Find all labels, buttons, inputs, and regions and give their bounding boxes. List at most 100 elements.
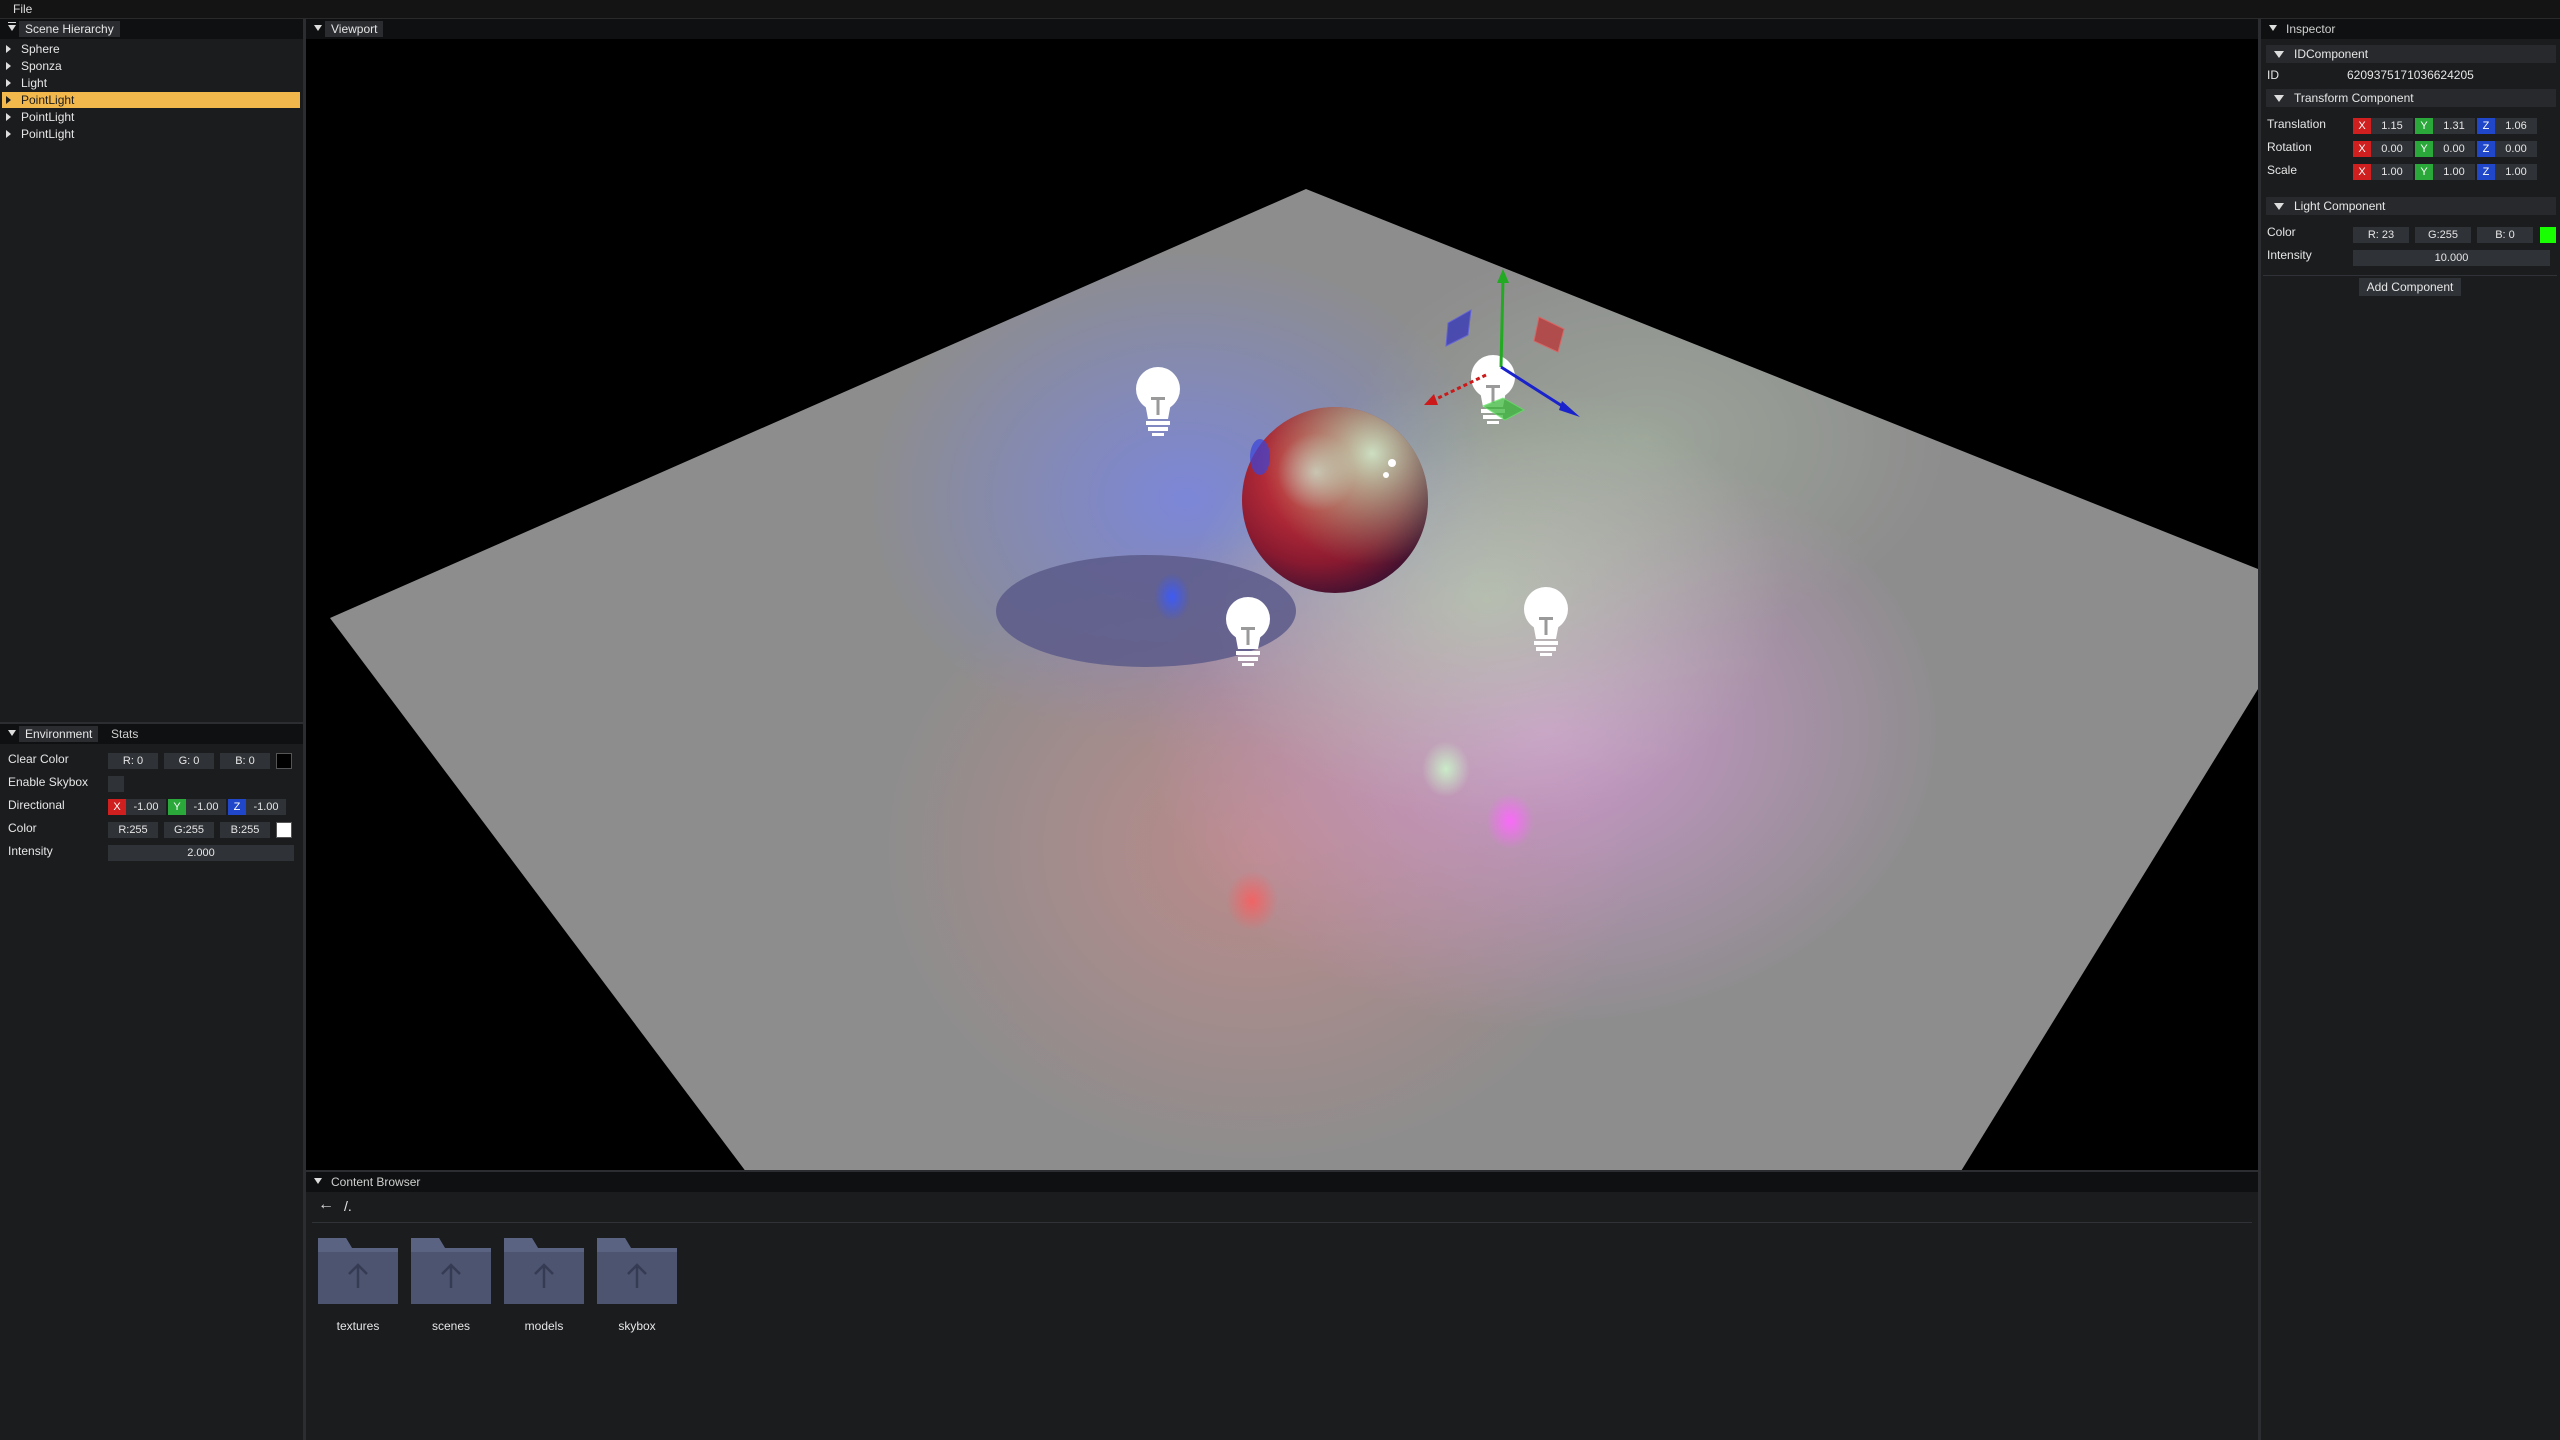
collapse-icon[interactable] (2274, 51, 2284, 58)
path-divider (312, 1222, 2252, 1223)
inspector-panel: Inspector IDComponent ID 620937517103662… (2261, 19, 2560, 1440)
directional-y-field[interactable]: -1.00 (186, 799, 226, 815)
tree-item-sponza[interactable]: Sponza (2, 58, 300, 74)
rotation-y-field[interactable]: 0.00 (2433, 141, 2475, 157)
tree-item-light[interactable]: Light (2, 75, 300, 91)
tree-item-label: PointLight (21, 110, 75, 124)
light-color-swatch[interactable] (2540, 227, 2556, 243)
translation-z-field[interactable]: 1.06 (2495, 118, 2537, 134)
light-color-label: Color (2267, 225, 2296, 239)
inspector-titlebar: Inspector (2261, 19, 2560, 39)
color-r-field[interactable]: R:255 (108, 822, 158, 838)
tree-item-pointlight-selected[interactable]: PointLight (2, 92, 300, 108)
expand-arrow-icon[interactable] (6, 45, 11, 53)
light-color-g-field[interactable]: G:255 (2415, 227, 2471, 243)
expand-arrow-icon[interactable] (6, 96, 11, 104)
expand-arrow-icon[interactable] (6, 130, 11, 138)
scale-z-field[interactable]: 1.00 (2495, 164, 2537, 180)
transform-component-header[interactable]: Transform Component (2266, 89, 2556, 107)
scale-y-field[interactable]: 1.00 (2433, 164, 2475, 180)
tab-stats[interactable]: Stats (105, 726, 144, 742)
expand-arrow-icon[interactable] (6, 113, 11, 121)
folder-label: skybox (618, 1319, 656, 1333)
light-color-r-field[interactable]: R: 23 (2353, 227, 2409, 243)
content-browser-panel: Content Browser ← /. textures scenes mod… (306, 1172, 2258, 1440)
viewport-titlebar: Viewport (306, 19, 2258, 39)
folder-label: models (524, 1319, 564, 1333)
folder-scenes[interactable]: scenes (411, 1232, 491, 1333)
id-label: ID (2267, 68, 2279, 82)
section-divider (2263, 275, 2557, 276)
directional-y-axis-label: Y (168, 799, 186, 815)
collapse-icon[interactable] (8, 25, 16, 31)
tab-environment[interactable]: Environment (19, 726, 99, 742)
tree-item-label: Sponza (21, 59, 62, 73)
translation-z-axis-label: Z (2477, 118, 2495, 134)
rotation-y-axis-label: Y (2415, 141, 2433, 157)
folder-textures[interactable]: textures (318, 1232, 398, 1333)
section-title: Transform Component (2294, 91, 2414, 105)
back-arrow-icon[interactable]: ← (318, 1196, 334, 1214)
tab-viewport[interactable]: Viewport (325, 21, 384, 37)
light-intensity-field[interactable]: 10.000 (2353, 250, 2550, 266)
translation-y-axis-label: Y (2415, 118, 2433, 134)
translation-label: Translation (2267, 117, 2326, 131)
collapse-icon[interactable] (314, 1178, 322, 1184)
expand-arrow-icon[interactable] (6, 62, 11, 70)
enable-skybox-label: Enable Skybox (8, 775, 89, 789)
folder-label: textures (336, 1319, 380, 1333)
color-label: Color (8, 821, 37, 835)
folder-icon (411, 1238, 491, 1304)
clear-color-swatch[interactable] (276, 753, 292, 769)
rotation-z-field[interactable]: 0.00 (2495, 141, 2537, 157)
enable-skybox-checkbox[interactable] (108, 776, 124, 792)
folder-models[interactable]: models (504, 1232, 584, 1333)
expand-arrow-icon[interactable] (6, 79, 11, 87)
intensity-field[interactable]: 2.000 (108, 845, 294, 861)
scale-x-axis-label: X (2353, 164, 2371, 180)
tree-item-pointlight[interactable]: PointLight (2, 126, 300, 142)
clear-color-r-field[interactable]: R: 0 (108, 753, 158, 769)
menu-bar: File (0, 0, 2560, 19)
tree-item-sphere[interactable]: Sphere (2, 41, 300, 57)
scene-hierarchy-panel: Scene Hierarchy Sphere Sponza Light Poin… (0, 19, 303, 722)
scale-x-field[interactable]: 1.00 (2371, 164, 2413, 180)
add-component-button[interactable]: Add Component (2359, 278, 2461, 296)
clear-color-b-field[interactable]: B: 0 (220, 753, 270, 769)
folder-skybox[interactable]: skybox (597, 1232, 677, 1333)
color-swatch[interactable] (276, 822, 292, 838)
scene-hierarchy-titlebar: Scene Hierarchy (0, 19, 303, 39)
clear-color-g-field[interactable]: G: 0 (164, 753, 214, 769)
collapse-icon[interactable] (314, 25, 322, 31)
tab-scene-hierarchy[interactable]: Scene Hierarchy (19, 21, 120, 37)
tree-item-label: Light (21, 76, 48, 90)
tab-inspector[interactable]: Inspector (2280, 21, 2341, 37)
viewport-scene[interactable] (306, 39, 2258, 1170)
translation-y-field[interactable]: 1.31 (2433, 118, 2475, 134)
directional-z-axis-label: Z (228, 799, 246, 815)
collapse-icon[interactable] (2269, 25, 2277, 31)
directional-x-axis-label: X (108, 799, 126, 815)
translation-x-field[interactable]: 1.15 (2371, 118, 2413, 134)
tab-content-browser[interactable]: Content Browser (325, 1174, 426, 1190)
directional-x-field[interactable]: -1.00 (126, 799, 166, 815)
tree-item-pointlight[interactable]: PointLight (2, 109, 300, 125)
light-color-b-field[interactable]: B: 0 (2477, 227, 2533, 243)
rotation-x-field[interactable]: 0.00 (2371, 141, 2413, 157)
translation-x-axis-label: X (2353, 118, 2371, 134)
content-browser-titlebar: Content Browser (306, 1172, 2258, 1192)
collapse-icon[interactable] (8, 730, 16, 736)
folder-icon (597, 1238, 677, 1304)
id-value: 6209375171036624205 (2347, 68, 2474, 82)
light-component-header[interactable]: Light Component (2266, 197, 2556, 215)
color-g-field[interactable]: G:255 (164, 822, 214, 838)
color-b-field[interactable]: B:255 (220, 822, 270, 838)
id-component-header[interactable]: IDComponent (2266, 45, 2556, 63)
scale-z-axis-label: Z (2477, 164, 2495, 180)
sphere-object[interactable] (1242, 407, 1428, 593)
collapse-icon[interactable] (2274, 95, 2284, 102)
tree-item-label: PointLight (21, 127, 75, 141)
collapse-icon[interactable] (2274, 203, 2284, 210)
menu-file[interactable]: File (13, 2, 32, 16)
directional-z-field[interactable]: -1.00 (246, 799, 286, 815)
